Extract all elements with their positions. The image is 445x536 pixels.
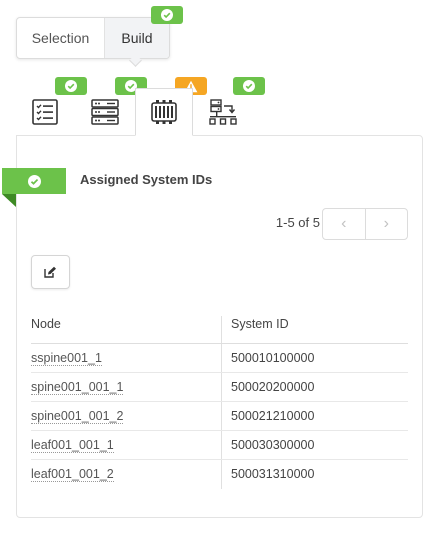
node-link[interactable]: sspine001_1 <box>31 352 102 366</box>
device-chip-icon <box>151 100 177 124</box>
next-page-button[interactable]: › <box>366 209 408 239</box>
chevron-left-icon: ‹ <box>341 215 347 232</box>
system-id-value: 500010100000 <box>231 351 315 365</box>
system-ids-table: Node System ID sspine001_1 500010100000 … <box>31 314 408 489</box>
mode-toggle: Selection Build <box>16 17 170 59</box>
tab-servers[interactable] <box>76 88 134 136</box>
pagination-controls: ‹ › <box>322 208 408 240</box>
table-header-row: Node System ID <box>31 314 408 344</box>
tab-topology[interactable] <box>194 88 252 136</box>
system-id-value: 500021210000 <box>231 409 315 423</box>
node-link[interactable]: leaf001_001_2 <box>31 468 114 482</box>
table-row: leaf001_001_2 500031310000 <box>31 460 408 489</box>
pagination-range: 1-5 of 5 <box>275 215 320 230</box>
chevron-right-icon: › <box>383 215 389 232</box>
check-icon <box>161 9 173 21</box>
list-icon <box>32 99 58 125</box>
node-link[interactable]: spine001_001_1 <box>31 381 124 395</box>
edit-button[interactable] <box>31 255 70 289</box>
node-link[interactable]: spine001_001_2 <box>31 410 124 424</box>
table-row: leaf001_001_1 500030300000 <box>31 431 408 460</box>
previous-page-button[interactable]: ‹ <box>323 209 366 239</box>
system-id-value: 500031310000 <box>231 467 315 481</box>
table-row: spine001_001_2 500021210000 <box>31 402 408 431</box>
tab-list[interactable] <box>16 88 74 136</box>
server-rack-icon <box>91 99 119 125</box>
check-icon <box>27 174 41 188</box>
table-row: sspine001_1 500010100000 <box>31 344 408 373</box>
table-row: spine001_001_1 500020200000 <box>31 373 408 402</box>
section-status-ribbon <box>2 168 66 194</box>
build-status-badge <box>151 6 183 24</box>
network-topology-icon <box>209 99 237 125</box>
column-header-node[interactable]: Node <box>31 317 61 331</box>
node-link[interactable]: leaf001_001_1 <box>31 439 114 453</box>
section-title: Assigned System IDs <box>80 172 213 187</box>
edit-icon <box>44 266 56 278</box>
selection-button[interactable]: Selection <box>17 18 105 58</box>
system-id-value: 500020200000 <box>231 380 315 394</box>
column-header-system-id[interactable]: System ID <box>231 317 289 331</box>
ribbon-fold <box>2 194 16 207</box>
tab-system-ids[interactable] <box>135 88 193 136</box>
system-id-value: 500030300000 <box>231 438 315 452</box>
build-button[interactable]: Build <box>105 18 169 58</box>
